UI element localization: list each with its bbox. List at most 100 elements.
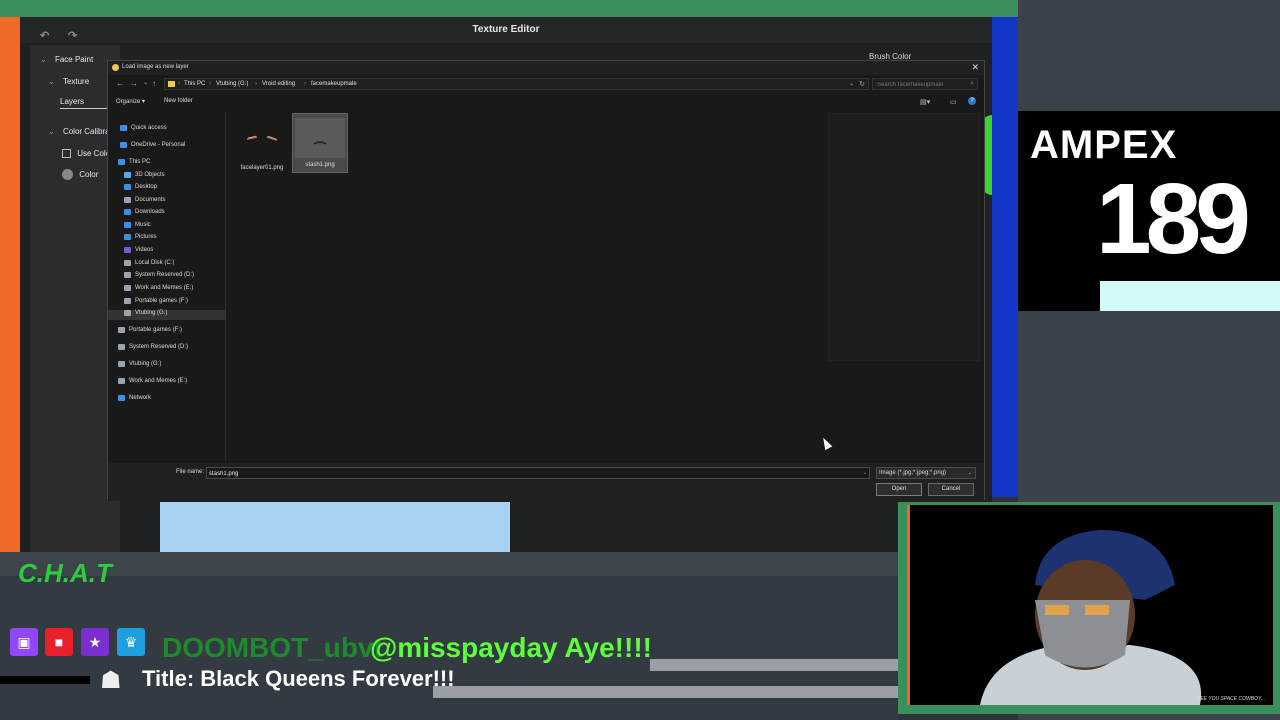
nav-item-label: Downloads: [135, 209, 165, 215]
chevron-down-icon[interactable]: ⌄: [849, 80, 854, 87]
nav-item-label: Work and Memes (E:): [135, 285, 194, 291]
search-input[interactable]: [877, 80, 967, 89]
nav-item[interactable]: System Reserved (D:): [118, 344, 188, 354]
dialog-title-bar: Load image as new layer ✕: [108, 61, 984, 75]
color-calibration-label: Color Calibra: [62, 127, 110, 136]
drive-icon: [124, 272, 131, 278]
up-arrow-icon[interactable]: ↑: [152, 79, 156, 88]
nav-item[interactable]: Network: [118, 395, 151, 405]
checkbox-box[interactable]: [62, 149, 71, 159]
search-box[interactable]: ⌕: [872, 78, 978, 90]
divider: [433, 686, 898, 698]
file-item-selected[interactable]: stash1.png: [292, 113, 348, 173]
preview-pane-icon[interactable]: ▭: [950, 98, 957, 106]
cloud-icon: [120, 142, 127, 148]
file-name: facelayer01.png: [240, 165, 284, 171]
nav-item[interactable]: 3D Objects: [124, 172, 165, 182]
file-type-select[interactable]: Image (*.jpg;*.jpeg;*.png) ⌄: [876, 467, 976, 479]
overlay-left-bar: [0, 17, 20, 552]
stream-title: Title: Black Queens Forever!!!: [142, 666, 455, 691]
nav-item[interactable]: Videos: [124, 247, 153, 257]
nav-item[interactable]: This PC: [118, 159, 150, 169]
nav-item-label: 3D Objects: [135, 172, 165, 178]
back-arrow-icon[interactable]: ←: [116, 79, 124, 88]
navigation-pane: Quick access OneDrive - Personal This PC 3D…: [108, 113, 226, 461]
drive-icon: [118, 361, 125, 367]
nav-item[interactable]: Downloads: [124, 209, 165, 219]
breadcrumb-this-pc[interactable]: This PC: [184, 81, 205, 87]
nav-item-label: Network: [129, 395, 152, 401]
chevron-down-icon: ⌄: [967, 470, 972, 476]
editor-title: Texture Editor: [472, 24, 540, 35]
face-paint-label: Face Paint: [54, 55, 94, 64]
file-name-input[interactable]: [209, 469, 849, 478]
organize-button[interactable]: Organize ▾: [116, 98, 145, 105]
file-name-combobox[interactable]: ⌄: [206, 467, 870, 479]
nav-item[interactable]: Local Disk (C:): [124, 260, 174, 270]
star-icon: ★: [81, 628, 109, 656]
address-bar[interactable]: › This PC › Vtubing (G:) › Vroid editing…: [164, 78, 869, 90]
file-thumbnail: [237, 117, 287, 157]
open-button[interactable]: Open: [876, 483, 922, 496]
nav-item[interactable]: Music: [124, 222, 151, 232]
drive-icon: [124, 260, 131, 266]
nav-item[interactable]: System Reserved (D:): [124, 272, 194, 282]
chat-logo: C.H.A.T: [18, 558, 112, 588]
camera-icon: ■: [45, 628, 73, 656]
breadcrumb-vroid-editing[interactable]: Vroid editing: [262, 81, 295, 87]
chevron-right-icon: ›: [304, 81, 306, 87]
nav-item-label: Portable games (F:): [135, 298, 189, 304]
nav-item[interactable]: Quick access: [120, 125, 167, 135]
file-list: facelayer01.png stash1.png: [228, 113, 816, 461]
drive-icon: [118, 344, 125, 350]
breadcrumb-vtubing[interactable]: Vtubing (G:): [216, 81, 248, 87]
drive-icon: [124, 310, 131, 316]
nav-item[interactable]: Vtubing (G:): [118, 361, 161, 371]
nav-item-label: Videos: [135, 247, 154, 253]
computer-icon: [118, 159, 125, 165]
eyebrow-thumbnail-icon: [246, 135, 278, 141]
breadcrumb-facemakeupmale[interactable]: facemakeupmale: [311, 81, 357, 87]
dialog-title: Load image as new layer: [122, 64, 189, 70]
nav-item-label: Quick access: [131, 125, 167, 131]
close-icon[interactable]: ✕: [971, 62, 979, 73]
nav-item-label: Documents: [135, 197, 166, 203]
nav-item[interactable]: Work and Memes (E:): [124, 285, 193, 295]
color-label: Color: [79, 170, 99, 179]
nav-item[interactable]: Vtubing (G:): [108, 310, 226, 320]
mustache-thumbnail-icon: [313, 141, 327, 145]
tab-layers[interactable]: Layers: [60, 97, 110, 109]
nav-item[interactable]: Portable games (F:): [118, 327, 182, 337]
nav-item[interactable]: Desktop: [124, 184, 157, 194]
refresh-icon[interactable]: ↻: [859, 80, 865, 88]
ampex-accent-bar: [1100, 281, 1280, 311]
nav-item-label: OneDrive - Personal: [131, 142, 186, 148]
file-name: stash1.png: [305, 162, 335, 168]
nav-item[interactable]: Work and Memes (E:): [118, 378, 187, 388]
load-image-dialog: Load image as new layer ✕ ← → ⌄ ↑ › This…: [107, 60, 985, 501]
chevron-down-icon[interactable]: ⌄: [863, 470, 867, 476]
view-options-icon[interactable]: ▤▾: [920, 98, 930, 106]
cancel-button[interactable]: Cancel: [928, 483, 974, 496]
folder-icon: [168, 81, 175, 87]
nav-item-label: Portable games (F:): [129, 327, 183, 333]
video-icon: [124, 247, 131, 253]
nav-item[interactable]: OneDrive - Personal: [120, 142, 185, 152]
search-icon[interactable]: ⌕: [970, 80, 974, 88]
file-thumbnail: [295, 118, 345, 158]
help-icon[interactable]: ?: [968, 97, 976, 105]
nav-item-label: Desktop: [135, 184, 158, 190]
file-item[interactable]: facelayer01.png: [234, 113, 290, 173]
chat-header-band: [0, 552, 898, 576]
new-folder-button[interactable]: New folder: [164, 98, 193, 104]
nav-item-label: Local Disk (C:): [135, 260, 175, 266]
nav-item[interactable]: Documents: [124, 197, 165, 207]
ampex-number: 189: [1096, 163, 1251, 275]
nav-item[interactable]: Portable games (F:): [124, 298, 188, 308]
nav-item[interactable]: Pictures: [124, 234, 157, 244]
color-swatch[interactable]: [62, 169, 73, 180]
drive-icon: [124, 298, 131, 304]
chat-username: DOOMBOT_ubvt: [162, 632, 383, 663]
forward-arrow-icon[interactable]: →: [130, 79, 138, 88]
recent-chevron-icon[interactable]: ⌄: [143, 79, 148, 86]
